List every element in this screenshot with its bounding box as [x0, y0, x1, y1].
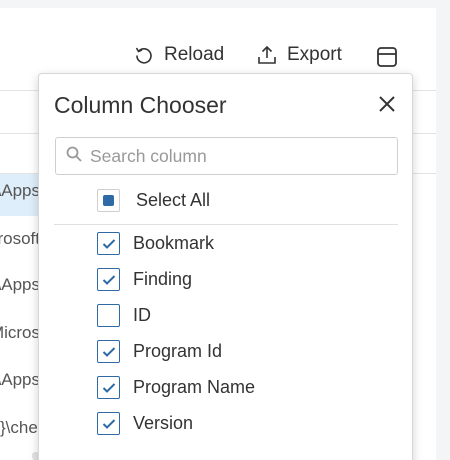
export-button[interactable]: Export [257, 44, 342, 66]
check-icon [102, 346, 115, 357]
checkbox-checked[interactable] [97, 412, 120, 435]
checkbox-checked[interactable] [97, 268, 120, 291]
search-input[interactable] [90, 145, 390, 167]
export-label: Export [287, 44, 342, 65]
close-icon[interactable] [378, 95, 396, 118]
check-icon [102, 274, 115, 285]
reload-icon [134, 45, 154, 65]
column-option-id[interactable]: ID [97, 304, 151, 327]
reload-label: Reload [164, 44, 225, 65]
table-cell[interactable]: rosoft\ [0, 229, 40, 249]
export-icon [257, 45, 277, 65]
table-cell[interactable]: che\{ [0, 418, 40, 438]
search-box [55, 137, 398, 175]
table-cell[interactable]: Micros [0, 323, 40, 343]
reload-button[interactable]: Reload [134, 44, 224, 66]
table-cell[interactable]: Apps\ [0, 275, 40, 295]
select-all-checkbox[interactable] [97, 189, 120, 212]
select-all-option[interactable]: Select All [97, 189, 210, 212]
column-option-bookmark[interactable]: Bookmark [97, 232, 214, 255]
check-icon [102, 238, 115, 249]
table-cell[interactable]: Apps\ [0, 181, 40, 201]
checkbox-checked[interactable] [97, 340, 120, 363]
chooser-title: Column Chooser [54, 92, 227, 118]
column-option-program-name[interactable]: Program Name [97, 376, 255, 399]
column-option-label: Program Name [133, 377, 256, 397]
column-option-label: ID [133, 305, 151, 325]
checkbox-checked[interactable] [97, 232, 120, 255]
column-option-label: Finding [133, 269, 193, 289]
check-icon [102, 382, 115, 393]
layout-icon[interactable] [376, 46, 398, 73]
column-option-label: Program Id [133, 341, 223, 361]
column-option-program-id[interactable]: Program Id [97, 340, 222, 363]
column-option-version[interactable]: Version [97, 412, 193, 435]
select-all-label: Select All [136, 190, 211, 210]
checkbox-unchecked[interactable] [97, 304, 120, 327]
checkbox-checked[interactable] [97, 376, 120, 399]
search-icon [66, 146, 82, 167]
table-cell[interactable]: Apps\ [0, 370, 40, 390]
column-option-label: Bookmark [133, 233, 215, 253]
check-icon [102, 418, 115, 429]
divider [54, 224, 398, 225]
column-option-label: Version [133, 413, 194, 433]
column-option-finding[interactable]: Finding [97, 268, 192, 291]
column-chooser-popup: Column Chooser Select All Bookmark Findi… [38, 73, 413, 460]
